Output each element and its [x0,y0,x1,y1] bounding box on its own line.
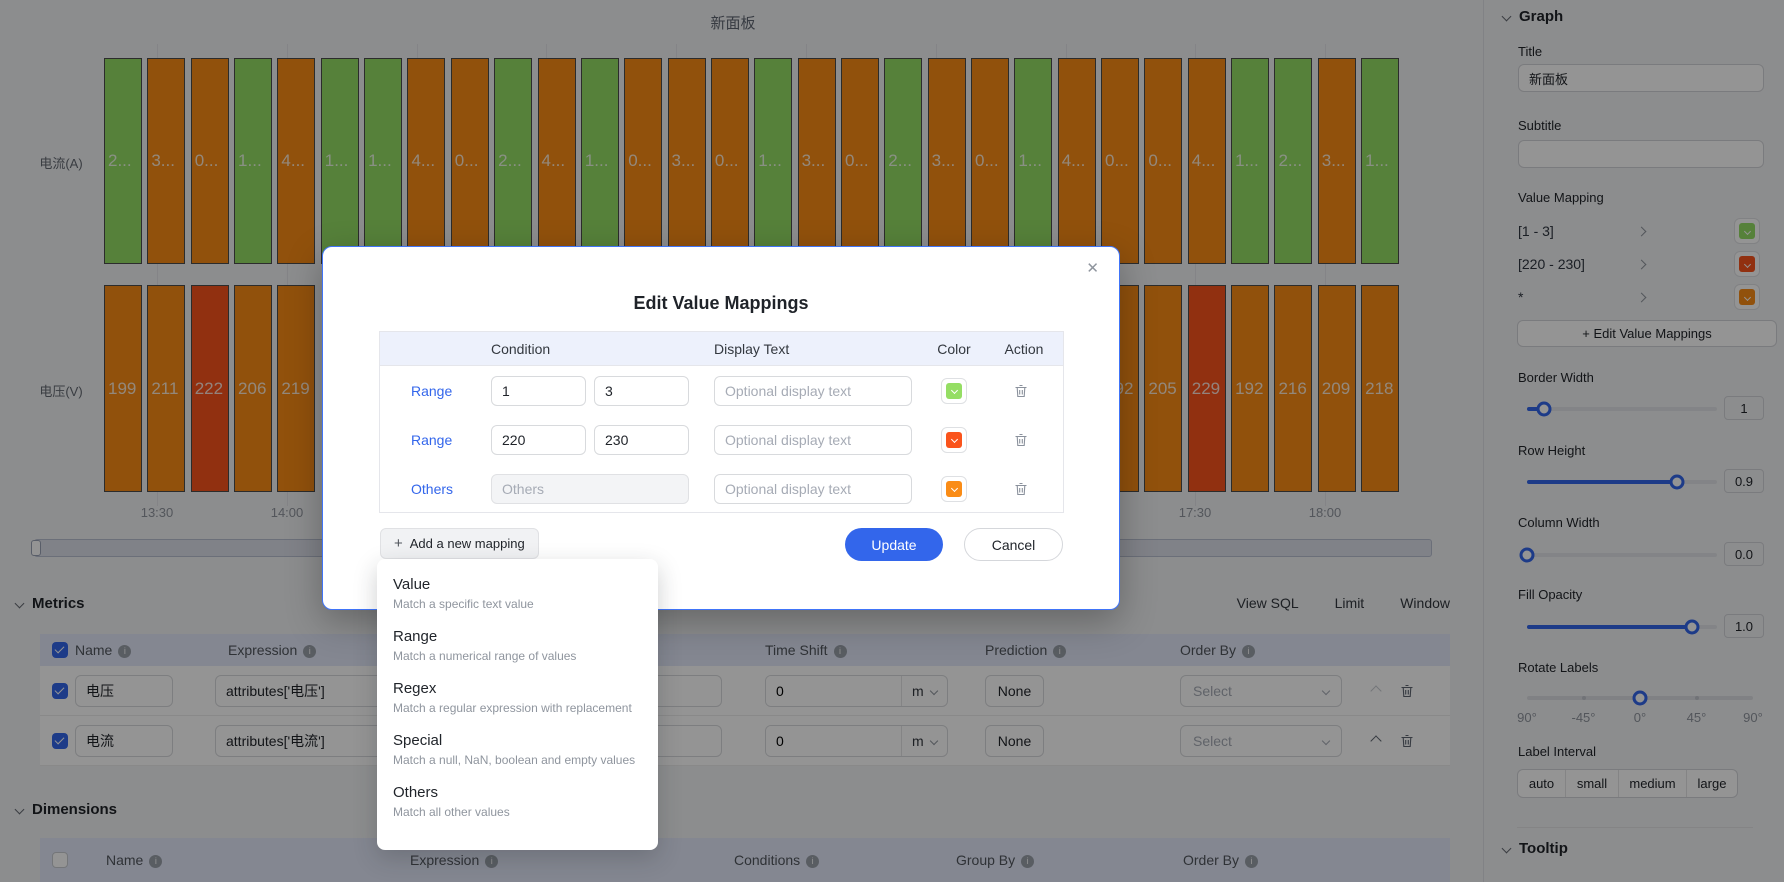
dropdown-item-title: Others [393,784,439,801]
dropdown-item-description: Match a specific text value [393,597,534,611]
color-swatch-button[interactable] [941,475,967,502]
dropdown-item-description: Match a regular expression with replacem… [393,701,632,715]
mapping-type-label: Range [411,382,453,399]
others-input [491,473,689,504]
chevron-down-icon [950,484,958,493]
delete-mapping-icon[interactable] [1014,384,1028,398]
color-swatch-button[interactable] [941,426,967,453]
color-swatch-button[interactable] [941,377,967,404]
range-from-input[interactable] [491,375,586,406]
color-swatch [946,431,962,448]
range-to-input[interactable] [594,375,689,406]
mapping-type-label: Others [411,480,454,497]
close-icon[interactable]: ✕ [1086,259,1099,277]
range-from-input[interactable] [491,424,586,455]
dropdown-item-description: Match a null, NaN, boolean and empty val… [393,753,636,767]
display-text-input[interactable] [714,473,912,504]
display-text-header: Display Text [714,340,790,357]
color-swatch [946,480,962,497]
app-root: 新面板 电流(A) 电压(V) 2... 3... 0... 1... 4... 1...… [0,0,1784,882]
color-swatch [946,382,962,399]
mapping-type-label: Range [411,431,453,448]
chevron-down-icon [950,435,958,444]
edit-value-mappings-modal: ✕ Edit Value Mappings Condition Display … [322,246,1120,610]
dropdown-item-others[interactable]: Others Match all other values [377,775,658,827]
mappings-table: Condition Display Text Color Action Rang… [379,331,1064,513]
delete-mapping-icon[interactable] [1014,482,1028,496]
plus-icon: + [394,535,403,552]
condition-header: Condition [491,340,551,357]
dropdown-item-description: Match a numerical range of values [393,649,577,663]
dropdown-item-range[interactable]: Range Match a numerical range of values [377,619,658,671]
add-mapping-button[interactable]: + Add a new mapping [380,528,539,559]
chevron-down-icon [950,386,958,395]
modal-title: Edit Value Mappings [633,293,809,313]
update-button[interactable]: Update [845,528,943,561]
dropdown-item-title: Range [393,628,438,645]
dropdown-item-regex[interactable]: Regex Match a regular expression with rep… [377,671,658,723]
display-text-input[interactable] [714,424,912,455]
dropdown-item-description: Match all other values [393,805,510,819]
mapping-row: Range [380,415,1063,464]
color-header: Color [937,340,971,357]
dropdown-item-title: Value [393,576,431,593]
display-text-input[interactable] [714,375,912,406]
dropdown-item-special[interactable]: Special Match a null, NaN, boolean and em… [377,723,658,775]
add-mapping-label: Add a new mapping [409,536,525,551]
mapping-row: Range [380,366,1063,415]
mapping-row: Others [380,464,1063,513]
action-header: Action [1004,340,1044,357]
dropdown-item-title: Regex [393,680,437,697]
mapping-type-dropdown: Value Match a specific text value Range Mat… [377,559,658,850]
dropdown-item-value[interactable]: Value Match a specific text value [377,567,658,619]
cancel-button[interactable]: Cancel [964,528,1063,561]
dropdown-item-title: Special [393,732,443,749]
mappings-table-header: Condition Display Text Color Action [380,332,1063,366]
range-to-input[interactable] [594,424,689,455]
delete-mapping-icon[interactable] [1014,433,1028,447]
